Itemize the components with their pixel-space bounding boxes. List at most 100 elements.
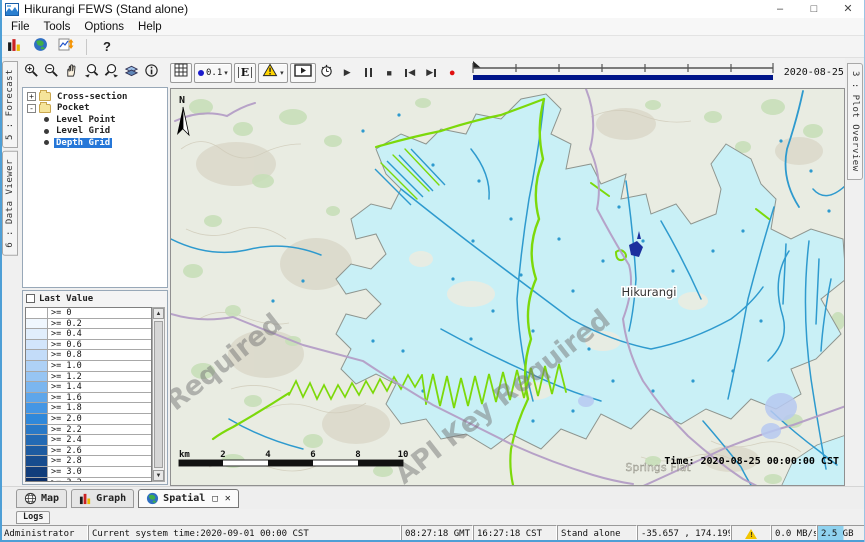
legend-label: >= 2.0 [48, 414, 151, 424]
scroll-up-icon[interactable]: ▲ [153, 308, 164, 319]
tree-toggle-icon[interactable]: + [27, 92, 36, 101]
legend-swatch [26, 382, 48, 392]
zoom-in-button[interactable] [22, 64, 40, 82]
legend-swatch [26, 393, 48, 403]
warning-filter-dropdown[interactable]: ▾ [258, 63, 288, 83]
legend-swatch [26, 403, 48, 413]
first-frame-icon [405, 69, 407, 77]
side-tab-3-plot-overview[interactable]: 3 : Plot Overview [847, 63, 863, 180]
folder-icon [39, 92, 51, 101]
window-controls: – □ ✕ [763, 0, 865, 18]
stop-button[interactable]: ■ [380, 64, 399, 82]
menu-help[interactable]: Help [131, 21, 169, 33]
zoom-out-button[interactable] [42, 64, 60, 82]
tree-item-level-grid[interactable]: Level Grid [23, 126, 167, 138]
logs-row: Logs [0, 509, 865, 525]
legend-list: >= 0>= 0.2>= 0.4>= 0.6>= 0.8>= 1.0>= 1.2… [25, 307, 152, 482]
record-button[interactable]: ● [443, 64, 462, 82]
side-tab-6-data-viewer[interactable]: 6 : Data Viewer [2, 151, 18, 256]
legend-swatch [26, 446, 48, 456]
pan-button[interactable] [62, 64, 80, 82]
tab-graph[interactable]: Graph [71, 489, 134, 508]
zoom-next-icon [104, 63, 119, 83]
grid-toggle-button[interactable] [170, 63, 192, 83]
legend-label: >= 3.0 [48, 467, 151, 477]
tree-item-depth-grid[interactable]: Depth Grid [23, 137, 167, 149]
legend-swatch [26, 308, 48, 318]
window-border [0, 0, 2, 542]
first-frame-button[interactable]: ◀ [401, 64, 420, 82]
tree-item-level-point[interactable]: Level Point [23, 114, 167, 126]
menu-file[interactable]: File [4, 21, 37, 33]
scroll-down-icon[interactable]: ▼ [153, 470, 164, 481]
help-button[interactable]: ? [98, 38, 116, 56]
logs-button[interactable]: Logs [16, 511, 50, 524]
legend-row: >= 0.6 [26, 340, 151, 351]
grid-display-button[interactable] [5, 38, 23, 56]
legend-label: >= 1.6 [48, 393, 151, 403]
timer-button[interactable] [318, 64, 336, 82]
tab-map[interactable]: Map [16, 489, 67, 508]
last-frame-button[interactable]: ▶ [422, 64, 441, 82]
map-display-button[interactable] [31, 38, 49, 56]
legend-row: >= 1.2 [26, 372, 151, 383]
tab-spatial[interactable]: Spatial □ ✕ [138, 489, 239, 508]
legend-row: >= 2.2 [26, 425, 151, 436]
tree-item-label: Pocket [55, 103, 92, 113]
chevron-down-icon: ▾ [280, 69, 284, 77]
timeseries-display-button[interactable] [57, 38, 75, 56]
legend-icon: E [238, 67, 252, 78]
side-tab-5-forecast[interactable]: 5 : Forecast [2, 61, 18, 148]
bullet-icon [44, 140, 49, 145]
close-button[interactable]: ✕ [831, 0, 865, 18]
legend-row: >= 0 [26, 308, 151, 319]
previous-extent-button[interactable] [82, 64, 100, 82]
map-canvas[interactable]: API Key Required API Key Required Hikura… [170, 88, 845, 486]
menu-tools[interactable]: Tools [37, 21, 78, 33]
movie-icon [294, 64, 312, 82]
scrollbar-thumb[interactable] [154, 321, 163, 468]
layers-button[interactable] [122, 64, 140, 82]
legend-swatch [26, 340, 48, 350]
timeline-slider[interactable] [470, 58, 778, 87]
folder-icon [39, 104, 51, 113]
map-time-label: Time: 2020-08-25 00:00:00 CST [664, 455, 839, 467]
timeline-datetime: 2020-08-25 00:00:00 CST [784, 67, 845, 78]
warning-icon [262, 63, 278, 82]
legend-label: >= 2.4 [48, 435, 151, 445]
layers-icon [124, 63, 139, 83]
next-extent-button[interactable] [102, 64, 120, 82]
contour-threshold-dropdown[interactable]: 0.1▾ [194, 63, 232, 83]
svg-text:10: 10 [398, 450, 409, 460]
legend-swatch [26, 350, 48, 360]
main-toolbar: ? [0, 36, 865, 58]
legend-swatch [26, 361, 48, 371]
pause-button[interactable] [359, 64, 378, 82]
svg-text:N: N [179, 95, 185, 106]
zoom-out-icon [44, 63, 59, 83]
play-button[interactable]: ▶ [338, 64, 357, 82]
restore-tab-icon[interactable]: □ [212, 494, 217, 504]
last-value-checkbox[interactable] [26, 294, 35, 303]
legend-scrollbar[interactable]: ▲ ▼ [152, 307, 165, 482]
tree-item-label: Level Point [54, 115, 118, 125]
animation-export-button[interactable] [290, 63, 316, 83]
info-button[interactable] [142, 64, 160, 82]
minimize-button[interactable]: – [763, 0, 797, 18]
legend-panel: Last Value >= 0>= 0.2>= 0.4>= 0.6>= 0.8>… [22, 290, 168, 485]
legend-row: >= 0.8 [26, 350, 151, 361]
tree-toggle-icon[interactable]: - [27, 104, 36, 113]
map-svg: API Key Required API Key Required Hikura… [171, 89, 845, 486]
tab-label: Spatial [163, 493, 205, 504]
legend-toggle-button[interactable]: E [234, 63, 256, 83]
stop-icon: ■ [386, 68, 391, 78]
left-tab-strip: 5 : Forecast 6 : Data Viewer [0, 58, 20, 487]
legend-label: >= 2.2 [48, 425, 151, 435]
maximize-button[interactable]: □ [797, 0, 831, 18]
tab-label: Map [41, 493, 59, 504]
menu-options[interactable]: Options [77, 21, 131, 33]
close-tab-icon[interactable]: ✕ [225, 493, 231, 504]
tree-item-pocket[interactable]: - Pocket [23, 103, 167, 115]
legend-label: >= 0 [48, 308, 151, 318]
grid-icon [174, 63, 188, 82]
